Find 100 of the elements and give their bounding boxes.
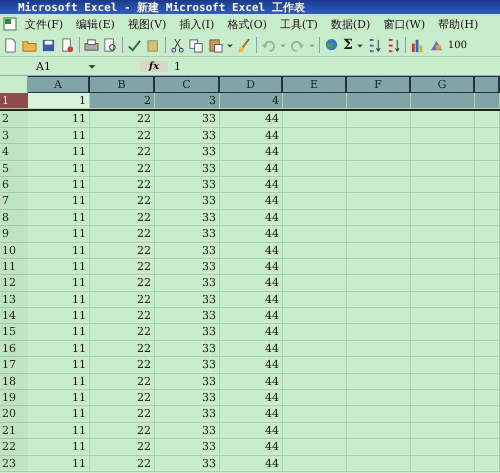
table-cell: 33 xyxy=(155,439,220,456)
row-header[interactable]: 17 xyxy=(0,357,28,374)
table-cell: 22 xyxy=(90,374,155,390)
table-cell: 44 xyxy=(220,292,283,308)
table-cell: 11 xyxy=(28,357,90,374)
table-cell: 44 xyxy=(220,324,283,341)
row-header[interactable]: 9 xyxy=(0,226,28,243)
table-cell: 44 xyxy=(220,340,283,358)
row-header[interactable]: 23 xyxy=(0,456,28,472)
table-cell: 33 xyxy=(155,128,220,144)
row-header[interactable]: 21 xyxy=(0,422,28,440)
table-cell: 11 xyxy=(28,406,90,423)
menu-item[interactable]: 格式(O) xyxy=(227,16,267,32)
menu-item[interactable]: 文件(F) xyxy=(25,16,64,32)
table-cell: 33 xyxy=(155,176,220,194)
table-cell: 11 xyxy=(28,210,90,226)
column-header[interactable]: A xyxy=(28,76,90,93)
menu-item[interactable]: 工具(T) xyxy=(280,16,318,32)
table-cell: 44 xyxy=(220,390,283,406)
table-cell: 44 xyxy=(220,357,283,374)
column-header[interactable]: G xyxy=(411,76,475,93)
table-cell: 44 xyxy=(220,275,283,292)
table-cell: 11 xyxy=(28,275,90,292)
table-cell: 44 xyxy=(220,422,283,440)
table-cell: 11 xyxy=(28,258,90,276)
row-header[interactable]: 22 xyxy=(0,439,28,456)
row-header[interactable]: 14 xyxy=(0,308,28,324)
table-cell: 33 xyxy=(155,324,220,341)
table-cell: 22 xyxy=(90,308,155,324)
table-cell: 33 xyxy=(155,422,220,440)
menu-item[interactable]: 帮助(H) xyxy=(438,16,478,32)
table-cell: 22 xyxy=(90,160,155,177)
row-header[interactable]: 11 xyxy=(0,258,28,276)
name-box[interactable]: A1 xyxy=(0,60,56,72)
table-cell: 33 xyxy=(155,406,220,423)
column-header[interactable]: B xyxy=(90,76,155,93)
table-cell: 1 xyxy=(28,93,90,110)
table-cell: 22 xyxy=(90,210,155,226)
table-cell: 44 xyxy=(220,308,283,324)
table-cell: 22 xyxy=(90,422,155,440)
zoom-field[interactable]: 100 xyxy=(448,40,467,50)
table-cell: 44 xyxy=(220,439,283,456)
column-header[interactable]: F xyxy=(347,76,411,93)
table-cell: 11 xyxy=(28,242,90,259)
row-header[interactable]: 1 xyxy=(0,93,28,110)
column-header[interactable]: D xyxy=(220,76,283,93)
row-header[interactable]: 5 xyxy=(0,160,28,177)
table-cell: 11 xyxy=(28,226,90,243)
table-cell: 44 xyxy=(220,176,283,194)
row-header[interactable]: 2 xyxy=(0,111,28,128)
table-cell: 33 xyxy=(155,111,220,128)
row-header[interactable]: 13 xyxy=(0,292,28,308)
row-header[interactable]: 8 xyxy=(0,210,28,226)
row-header[interactable]: 12 xyxy=(0,275,28,292)
row-header[interactable]: 20 xyxy=(0,406,28,423)
formula-field[interactable]: 1 xyxy=(168,60,500,72)
table-cell: 11 xyxy=(28,160,90,177)
table-cell: 11 xyxy=(28,439,90,456)
row-header[interactable]: 7 xyxy=(0,193,28,210)
row-header[interactable]: 18 xyxy=(0,374,28,390)
table-cell: 33 xyxy=(155,292,220,308)
table-cell: 22 xyxy=(90,324,155,341)
menu-item[interactable]: 插入(I) xyxy=(179,16,214,32)
table-cell: 22 xyxy=(90,258,155,276)
row-header[interactable]: 6 xyxy=(0,176,28,194)
table-cell: 22 xyxy=(90,193,155,210)
table-cell: 44 xyxy=(220,258,283,276)
menu-item[interactable]: 窗口(W) xyxy=(383,16,426,32)
table-cell: 11 xyxy=(28,176,90,194)
table-cell: 44 xyxy=(220,226,283,243)
row-header[interactable]: 19 xyxy=(0,390,28,406)
table-cell: 33 xyxy=(155,160,220,177)
row-header[interactable]: 16 xyxy=(0,340,28,358)
menu-item[interactable]: 视图(V) xyxy=(128,16,166,32)
menu-item[interactable]: 数据(D) xyxy=(330,16,370,32)
table-cell: 22 xyxy=(90,292,155,308)
table-cell: 22 xyxy=(90,340,155,358)
menu-item[interactable]: 编辑(E) xyxy=(76,16,115,32)
table-cell: 22 xyxy=(90,275,155,292)
table-cell: 22 xyxy=(90,144,155,161)
autosum-button[interactable]: Σ xyxy=(343,37,353,53)
table-cell: 44 xyxy=(220,374,283,390)
table-cell: 44 xyxy=(220,406,283,423)
row-header[interactable]: 15 xyxy=(0,324,28,341)
table-cell: 22 xyxy=(90,176,155,194)
table-cell: 33 xyxy=(155,374,220,390)
table-cell: 33 xyxy=(155,226,220,243)
table-cell: 44 xyxy=(220,144,283,161)
row-header[interactable]: 10 xyxy=(0,242,28,259)
table-cell: 33 xyxy=(155,390,220,406)
row-header[interactable]: 4 xyxy=(0,144,28,161)
table-cell: 22 xyxy=(90,390,155,406)
table-cell: 11 xyxy=(28,324,90,341)
table-cell: 11 xyxy=(28,111,90,128)
row-header[interactable]: 3 xyxy=(0,128,28,144)
table-cell: 33 xyxy=(155,308,220,324)
column-header[interactable]: C xyxy=(155,76,220,93)
window-title: Microsoft Excel - 新建 Microsoft Excel 工作表 xyxy=(18,0,305,14)
column-header[interactable]: E xyxy=(283,76,347,93)
function-button[interactable]: fx xyxy=(140,60,168,72)
